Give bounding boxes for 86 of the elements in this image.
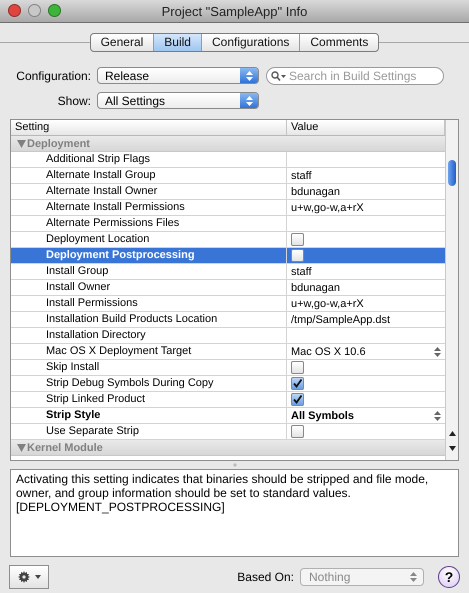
- setting-row[interactable]: Additional Strip Flags: [11, 152, 445, 168]
- setting-description: Activating this setting indicates that binaries should be stripped and file mode, owner, and group information should be set to standard values. [DEPLOYMENT_POSTPROCESSING]: [16, 472, 428, 514]
- setting-name: Alternate Install Permissions: [46, 200, 185, 215]
- group-label: Kernel Module: [27, 442, 103, 454]
- setting-value[interactable]: staff: [291, 266, 312, 278]
- setting-row[interactable]: Alternate Install Owner bdunagan: [11, 184, 445, 200]
- updown-arrows-icon: [246, 96, 252, 106]
- setting-row[interactable]: Alternate Install Group staff: [11, 168, 445, 184]
- column-header[interactable]: Setting: [11, 120, 287, 135]
- disclosure-triangle-icon[interactable]: [17, 140, 26, 148]
- setting-row[interactable]: Strip Style All Symbols: [11, 408, 445, 424]
- based-on-label: Based On:: [237, 570, 294, 584]
- disclosure-triangle-icon[interactable]: [17, 444, 26, 452]
- setting-row[interactable]: Deployment Location: [11, 232, 445, 248]
- updown-arrows-icon: [410, 572, 417, 582]
- help-button[interactable]: ?: [438, 566, 460, 588]
- setting-name: Use Separate Strip: [46, 424, 139, 439]
- setting-value[interactable]: u+w,go-w,a+rX: [291, 202, 364, 214]
- setting-name: Alternate Permissions Files: [46, 216, 180, 231]
- caret-icon: [34, 575, 40, 579]
- gear-icon: [18, 571, 30, 583]
- tab[interactable]: Build: [153, 34, 201, 50]
- setting-row[interactable]: Alternate Install Permissions u+w,go-w,a+rX: [11, 200, 445, 216]
- setting-row[interactable]: Install Permissions u+w,go-w,a+rX: [11, 296, 445, 312]
- configuration-popup[interactable]: Release: [97, 67, 259, 84]
- setting-value[interactable]: /tmp/SampleApp.dst: [291, 314, 390, 326]
- setting-row[interactable]: Install Group staff: [11, 264, 445, 280]
- checkbox[interactable]: [291, 425, 304, 438]
- window-title: Project "SampleApp" Info: [162, 4, 308, 18]
- setting-name: Alternate Install Owner: [46, 184, 158, 199]
- action-menu-button[interactable]: [9, 565, 49, 589]
- updown-arrows-icon: [434, 410, 441, 420]
- setting-row[interactable]: Install Owner bdunagan: [11, 280, 445, 296]
- show-popup[interactable]: All Settings: [97, 92, 259, 109]
- setting-name: Install Owner: [46, 280, 110, 295]
- setting-name: Strip Linked Product: [46, 392, 146, 407]
- checkbox[interactable]: [291, 377, 304, 390]
- setting-name: Install Group: [46, 264, 108, 279]
- checkbox[interactable]: [291, 233, 304, 246]
- setting-value[interactable]: staff: [291, 170, 312, 182]
- scroll-up-icon[interactable]: [448, 431, 456, 436]
- zoom-button[interactable]: [48, 4, 61, 17]
- setting-name: Additional Strip Flags: [46, 152, 150, 167]
- scroll-down-icon[interactable]: [448, 446, 456, 451]
- close-button[interactable]: [8, 4, 21, 17]
- search-field[interactable]: Search in Build Settings: [266, 66, 444, 84]
- setting-row[interactable]: Skip Install: [11, 360, 445, 376]
- scrollbar[interactable]: [445, 120, 458, 460]
- updown-arrows-icon: [434, 346, 441, 356]
- minimize-button[interactable]: [28, 4, 41, 17]
- setting-row[interactable]: Use Separate Strip: [11, 424, 445, 440]
- search-icon: [271, 70, 286, 80]
- setting-name: Deployment Postprocessing: [46, 248, 195, 263]
- setting-name: Strip Style: [46, 408, 100, 423]
- setting-row[interactable]: Mac OS X Deployment Target Mac OS X 10.6: [11, 344, 445, 360]
- setting-name: Install Permissions: [46, 296, 138, 311]
- setting-row[interactable]: Installation Build Products Location /tmp/SampleApp.dst: [11, 312, 445, 328]
- setting-row[interactable]: Alternate Permissions Files: [11, 216, 445, 232]
- checkbox[interactable]: [291, 393, 304, 406]
- setting-value[interactable]: All Symbols: [291, 410, 354, 422]
- setting-row[interactable]: Strip Linked Product: [11, 392, 445, 408]
- setting-name: Skip Install: [46, 360, 100, 375]
- tab[interactable]: General: [90, 34, 154, 50]
- tab[interactable]: Configurations: [200, 34, 300, 50]
- setting-value[interactable]: bdunagan: [291, 186, 340, 198]
- setting-row[interactable]: Strip Debug Symbols During Copy: [11, 376, 445, 392]
- checkbox[interactable]: [291, 249, 304, 262]
- show-label: Show:: [56, 94, 92, 108]
- group-label: Deployment: [27, 138, 90, 150]
- setting-name: Deployment Location: [46, 232, 150, 247]
- configuration-label: Configuration:: [15, 68, 92, 82]
- setting-value[interactable]: Mac OS X 10.6: [291, 346, 366, 358]
- tab[interactable]: Comments: [299, 34, 378, 50]
- checkbox[interactable]: [291, 361, 304, 374]
- setting-value[interactable]: bdunagan: [291, 282, 340, 294]
- splitter-handle-icon[interactable]: [232, 463, 236, 467]
- setting-row[interactable]: Deployment Postprocessing: [11, 248, 445, 264]
- updown-arrows-icon: [246, 70, 252, 80]
- scroll-thumb[interactable]: [448, 160, 456, 186]
- setting-name: Strip Debug Symbols During Copy: [46, 376, 214, 391]
- setting-name: Installation Directory: [46, 328, 146, 343]
- setting-name: Mac OS X Deployment Target: [46, 344, 192, 359]
- setting-row[interactable]: Installation Directory: [11, 328, 445, 344]
- setting-name: Installation Build Products Location: [46, 312, 218, 327]
- setting-value[interactable]: u+w,go-w,a+rX: [291, 298, 364, 310]
- setting-name: Alternate Install Group: [46, 168, 156, 183]
